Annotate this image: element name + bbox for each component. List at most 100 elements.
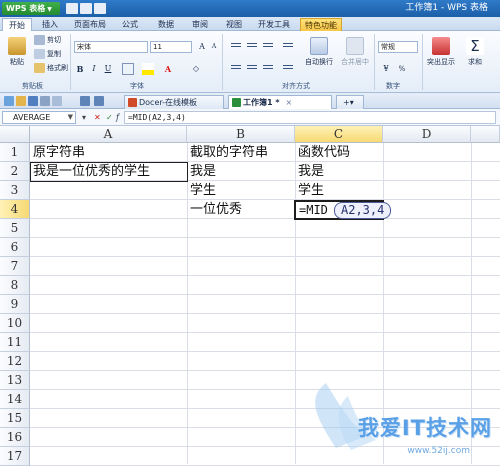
grid-line bbox=[30, 218, 500, 219]
function-list-icon[interactable]: ▾ bbox=[82, 111, 86, 124]
cell-c1[interactable]: 函数代码 bbox=[295, 144, 350, 162]
tab-view[interactable]: 视图 bbox=[220, 18, 248, 31]
cancel-icon[interactable]: ✕ bbox=[94, 111, 101, 124]
formula-argument-pill[interactable]: A2,3,4 bbox=[334, 202, 392, 219]
percent-button[interactable]: % bbox=[396, 63, 408, 75]
currency-button[interactable]: ¥ bbox=[380, 63, 392, 75]
autosum-button[interactable]: Σ 求和 bbox=[458, 37, 492, 67]
align-bottom-icon[interactable] bbox=[262, 41, 274, 51]
doc-tab-docer[interactable]: Docer-在线模板 bbox=[124, 95, 224, 109]
row-header[interactable]: 2 bbox=[0, 162, 30, 181]
row-header[interactable]: 7 bbox=[0, 257, 30, 276]
cell-c2[interactable]: 我是 bbox=[295, 163, 324, 181]
cell-b3[interactable]: 学生 bbox=[187, 182, 216, 200]
row-header[interactable]: 13 bbox=[0, 371, 30, 390]
row-header[interactable]: 10 bbox=[0, 314, 30, 333]
select-all-corner[interactable] bbox=[0, 126, 30, 143]
bold-button[interactable]: B bbox=[74, 63, 86, 75]
row-header[interactable]: 16 bbox=[0, 428, 30, 447]
row-header[interactable]: 4 bbox=[0, 200, 30, 219]
grid-line bbox=[30, 351, 500, 352]
undo-icon[interactable] bbox=[80, 96, 90, 106]
column-header-d[interactable]: D bbox=[383, 126, 471, 143]
name-box-value: AVERAGE bbox=[13, 113, 51, 122]
tab-review[interactable]: 审阅 bbox=[186, 18, 214, 31]
cell-a2[interactable]: 我是一位优秀的学生 bbox=[30, 163, 150, 181]
row-header[interactable]: 11 bbox=[0, 333, 30, 352]
row-header[interactable]: 9 bbox=[0, 295, 30, 314]
row-header[interactable]: 6 bbox=[0, 238, 30, 257]
new-file-icon[interactable] bbox=[4, 96, 14, 106]
align-center-icon[interactable] bbox=[246, 63, 258, 73]
number-format-select[interactable]: 常规 bbox=[378, 41, 418, 53]
cell-a1[interactable]: 原字符串 bbox=[30, 144, 85, 162]
wrap-text-button[interactable]: 自动换行 bbox=[302, 37, 336, 67]
align-right-icon[interactable] bbox=[262, 63, 274, 73]
copy-label: 复制 bbox=[47, 50, 61, 58]
highlight-button[interactable]: 突出显示 bbox=[424, 37, 458, 67]
row-header[interactable]: 15 bbox=[0, 409, 30, 428]
close-icon[interactable]: × bbox=[286, 98, 293, 107]
border-button[interactable] bbox=[122, 63, 134, 75]
merge-center-button[interactable]: 合并居中 bbox=[338, 37, 372, 67]
italic-button[interactable]: I bbox=[88, 63, 100, 75]
tab-formulas[interactable]: 公式 bbox=[116, 18, 144, 31]
column-header-e[interactable] bbox=[471, 126, 500, 143]
align-left-icon[interactable] bbox=[230, 63, 242, 73]
font-name-select[interactable]: 宋体 bbox=[74, 41, 148, 53]
new-icon[interactable] bbox=[66, 3, 78, 14]
align-top-icon[interactable] bbox=[230, 41, 242, 51]
new-tab-button[interactable]: +▾ bbox=[336, 95, 364, 109]
name-box[interactable]: AVERAGE ▼ bbox=[2, 111, 76, 124]
format-painter-button[interactable]: 格式刷 bbox=[34, 63, 68, 73]
print-icon[interactable] bbox=[40, 96, 50, 106]
paste-button[interactable]: 粘贴 bbox=[0, 37, 34, 67]
redo-icon[interactable] bbox=[94, 96, 104, 106]
row-header[interactable]: 17 bbox=[0, 447, 30, 466]
shrink-font-button[interactable]: A bbox=[208, 41, 220, 53]
fill-color-button[interactable] bbox=[142, 63, 154, 75]
tab-home[interactable]: 开始 bbox=[2, 18, 32, 31]
row-header[interactable]: 1 bbox=[0, 143, 30, 162]
formula-input[interactable]: =MID(A2,3,4) bbox=[124, 111, 496, 124]
open-icon[interactable] bbox=[80, 3, 92, 14]
doc-tab-workbook[interactable]: 工作簿1 * × bbox=[228, 95, 332, 109]
fx-icon[interactable]: f bbox=[116, 111, 119, 124]
align-middle-icon[interactable] bbox=[246, 41, 258, 51]
save-icon[interactable] bbox=[94, 3, 106, 14]
column-header-b[interactable]: B bbox=[187, 126, 295, 143]
cell-c3[interactable]: 学生 bbox=[295, 182, 324, 200]
open-file-icon[interactable] bbox=[16, 96, 26, 106]
row-header[interactable]: 14 bbox=[0, 390, 30, 409]
font-color-button[interactable]: A bbox=[162, 63, 174, 75]
cell-c4-formula[interactable]: =MID bbox=[296, 201, 328, 219]
grid-line bbox=[30, 275, 500, 276]
font-size-select[interactable]: 11 bbox=[150, 41, 192, 53]
row-header[interactable]: 8 bbox=[0, 276, 30, 295]
cell-b4[interactable]: 一位优秀 bbox=[187, 201, 242, 219]
tab-data[interactable]: 数据 bbox=[152, 18, 180, 31]
row-header[interactable]: 3 bbox=[0, 181, 30, 200]
copy-button[interactable]: 复制 bbox=[34, 49, 61, 59]
cell-b1[interactable]: 截取的字符串 bbox=[187, 144, 268, 162]
save-file-icon[interactable] bbox=[28, 96, 38, 106]
tab-developer[interactable]: 开发工具 bbox=[254, 18, 294, 31]
cell-b2[interactable]: 我是 bbox=[187, 163, 216, 181]
highlight-icon bbox=[432, 37, 450, 55]
clear-format-button[interactable]: ◇ bbox=[190, 63, 202, 75]
grow-font-button[interactable]: A bbox=[196, 41, 208, 53]
tab-insert[interactable]: 插入 bbox=[36, 18, 64, 31]
row-header[interactable]: 5 bbox=[0, 219, 30, 238]
row-header[interactable]: 12 bbox=[0, 352, 30, 371]
cut-button[interactable]: 剪切 bbox=[34, 35, 61, 45]
column-header-c[interactable]: C bbox=[295, 126, 383, 143]
justify-icon[interactable] bbox=[282, 63, 294, 73]
indent-icon[interactable] bbox=[282, 41, 294, 51]
print-preview-icon[interactable] bbox=[52, 96, 62, 106]
tab-page-layout[interactable]: 页面布局 bbox=[70, 18, 110, 31]
confirm-icon[interactable]: ✓ bbox=[106, 111, 113, 124]
tab-special-features[interactable]: 特色功能 bbox=[300, 18, 342, 31]
column-header-a[interactable]: A bbox=[30, 126, 187, 143]
app-menu-button[interactable]: WPS 表格 ▼ bbox=[2, 2, 60, 15]
underline-button[interactable]: U bbox=[102, 63, 114, 75]
